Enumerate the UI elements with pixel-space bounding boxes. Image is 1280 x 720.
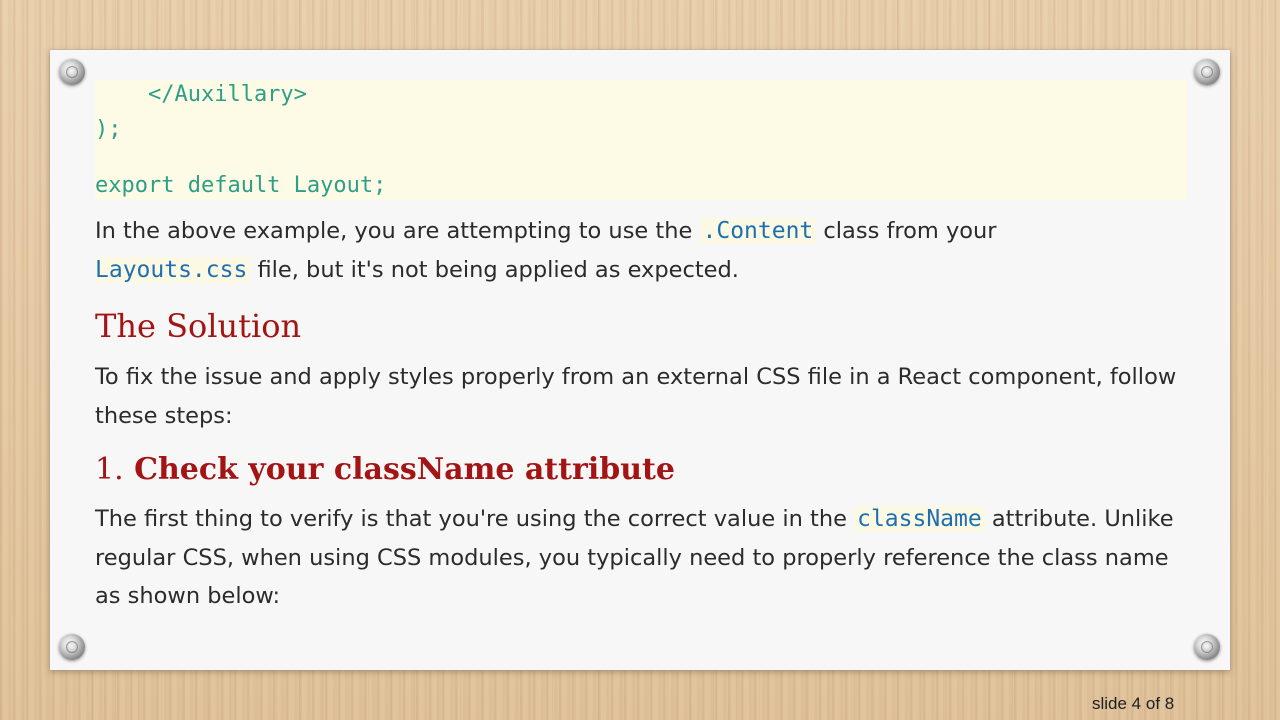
- step-number: 1.: [95, 452, 124, 487]
- slide-indicator: slide 4 of 8: [1092, 694, 1175, 713]
- paragraph-classname: The first thing to verify is that you're…: [95, 500, 1185, 616]
- code-line: </Auxillary>: [95, 82, 307, 107]
- paragraph-text: file, but it's not being applied as expe…: [250, 256, 739, 283]
- heading-solution: The Solution: [95, 307, 302, 345]
- code-block: </Auxillary> ); export default Layout;: [95, 80, 1187, 200]
- paragraph-text: The first thing to verify is that you're…: [95, 506, 855, 532]
- code-line: );: [95, 117, 122, 142]
- pin-top-left-icon: [59, 59, 85, 85]
- paragraph-example: In the above example, you are attempting…: [95, 212, 1185, 289]
- slide-card: </Auxillary> ); export default Layout; I…: [50, 50, 1230, 670]
- paragraph-text: In the above example, you are attempting…: [95, 218, 700, 244]
- heading-step-1: 1. Check your className attribute: [95, 449, 675, 491]
- paragraph-text: class from your: [816, 218, 997, 244]
- pin-bottom-right-icon: [1194, 634, 1220, 660]
- pin-top-right-icon: [1194, 59, 1220, 85]
- pin-bottom-left-icon: [59, 634, 85, 660]
- step-title: Check your className attribute: [134, 452, 675, 487]
- inline-code: .Content: [699, 218, 817, 244]
- inline-code: Layouts.css: [95, 256, 251, 283]
- inline-code: className: [854, 506, 985, 532]
- paragraph-steps-intro: To fix the issue and apply styles proper…: [95, 364, 1177, 429]
- code-line: export default Layout;: [95, 173, 387, 198]
